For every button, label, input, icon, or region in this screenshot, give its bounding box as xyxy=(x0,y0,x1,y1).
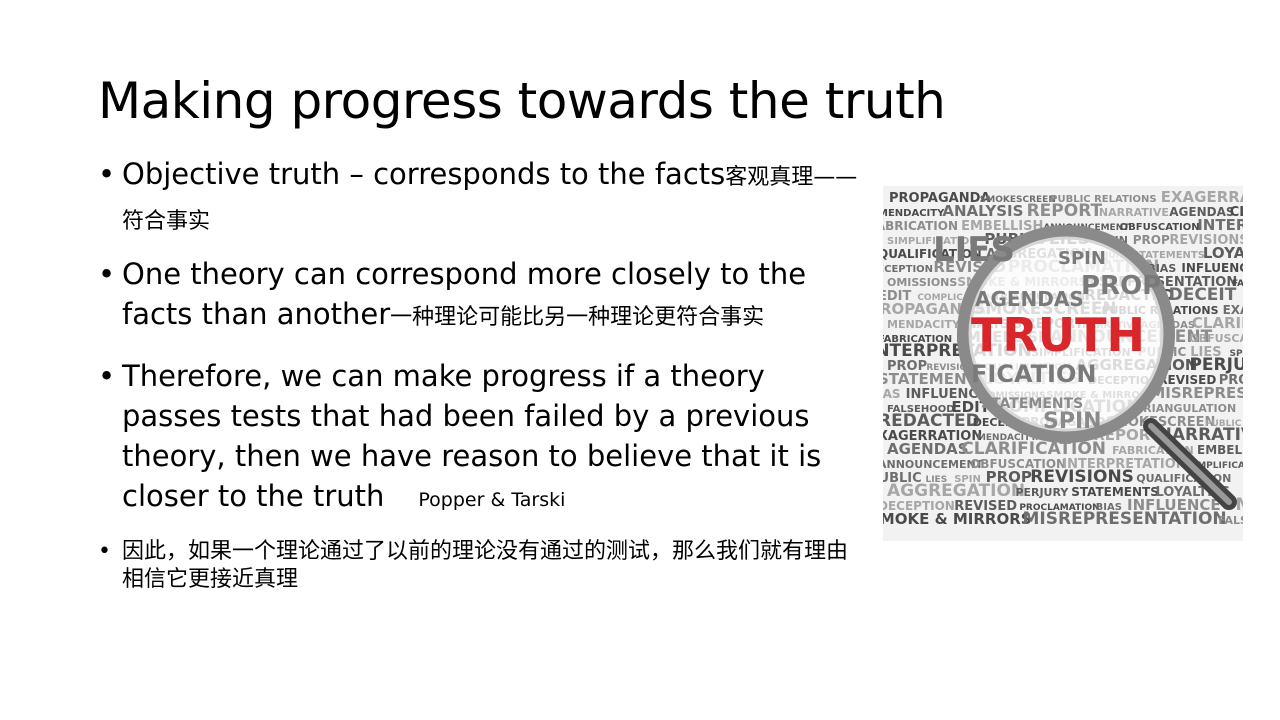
collage-word: DECEPTION xyxy=(883,264,933,275)
bullet-dot: • xyxy=(98,539,111,564)
collage-word: ANNOUNCEMENT xyxy=(883,458,984,471)
collage-word: CLARIFICATION xyxy=(961,439,1106,459)
collage-word: OBFUSCATION xyxy=(1189,332,1243,345)
collage-word: PROP xyxy=(1133,233,1170,247)
lens-word-prop: PROP xyxy=(1081,271,1161,301)
collage-word: REPORT xyxy=(1027,201,1103,221)
collage-word: BIAS xyxy=(883,387,901,401)
truth-word-collage-image: PROPAGANDA SMOKESCREEN PUBLIC RELATIONS EXA… xyxy=(883,186,1243,541)
word-collage: PROPAGANDASMOKESCREENPUBLIC RELATIONS EXA… xyxy=(883,188,1243,529)
collage-word: ANALYSIS xyxy=(942,202,1023,220)
bullet-text-zh: 一种理论可能比另一种理论更符合事实 xyxy=(390,305,765,330)
collage-word: LOYALTIES xyxy=(1203,244,1243,262)
collage-word: EXAGERRATION xyxy=(1161,188,1243,206)
bullet-objective-truth: • Objective truth – corresponds to the f… xyxy=(98,154,858,242)
lens-word-spin: SPIN xyxy=(1058,248,1106,269)
bullet-text-en: Objective truth – corresponds to the fac… xyxy=(122,157,726,191)
collage-word: MISREPRESENTATION xyxy=(1023,509,1227,529)
collage-word: MENDACITY xyxy=(887,318,961,331)
collage-word: PERJURY xyxy=(1015,486,1069,499)
collage-word: TRIANGULATION xyxy=(1136,402,1237,415)
collage-word: DECEIT xyxy=(1169,285,1237,305)
collage-word: AGGREGATION xyxy=(887,481,1025,501)
collage-word: OMISSIONS xyxy=(887,276,957,289)
bullet-dot: • xyxy=(98,157,116,191)
lens-word-truth: TRUTH xyxy=(971,308,1145,362)
collage-word: REDACTED xyxy=(883,411,980,431)
lens-word-lies: LIES xyxy=(933,230,1015,270)
collage-word: FALSEHOOD xyxy=(1218,514,1243,527)
collage-word: NARRATIVE xyxy=(1099,206,1169,219)
collage-word: PERJURY xyxy=(1189,355,1243,375)
bullet-dot: • xyxy=(98,257,116,291)
lens-word-spin-2: SPIN xyxy=(1043,409,1102,434)
slide: Making progress towards the truth • Obje… xyxy=(0,0,1280,720)
bullet-make-progress: • Therefore, we can make progress if a t… xyxy=(98,356,858,520)
collage-word: MENDACITY xyxy=(883,208,945,219)
lens-word-fication: FICATION xyxy=(971,360,1096,388)
collage-word: INTERPRETATION xyxy=(1197,216,1243,234)
bullet-list: • Objective truth – corresponds to the f… xyxy=(98,154,858,594)
slide-title: Making progress towards the truth xyxy=(98,72,946,130)
collage-word: REVISIONS xyxy=(1030,467,1134,487)
collage-word: OBFUSCATION xyxy=(1120,222,1200,233)
collage-word: AGENDAS xyxy=(887,440,969,458)
attribution: Popper & Tarski xyxy=(418,489,566,511)
collage-word: MISREPRESENTATION xyxy=(1150,384,1243,402)
bullet-text-zh: 因此，如果一个理论通过了以前的理论没有通过的测试，那么我们就有理由相信它更接近真… xyxy=(122,539,849,592)
collage-word: SMOKE & MIRRORS xyxy=(883,510,1032,528)
bullet-zh-therefore: • 因此，如果一个理论通过了以前的理论没有通过的测试，那么我们就有理由相信它更接… xyxy=(98,538,858,594)
collage-word: INFLUENCE xyxy=(1181,261,1243,275)
bullet-correspond-closely: • One theory can correspond more closely… xyxy=(98,254,858,338)
collage-word: EMBELLISH xyxy=(1197,443,1243,457)
bullet-dot: • xyxy=(98,359,116,393)
